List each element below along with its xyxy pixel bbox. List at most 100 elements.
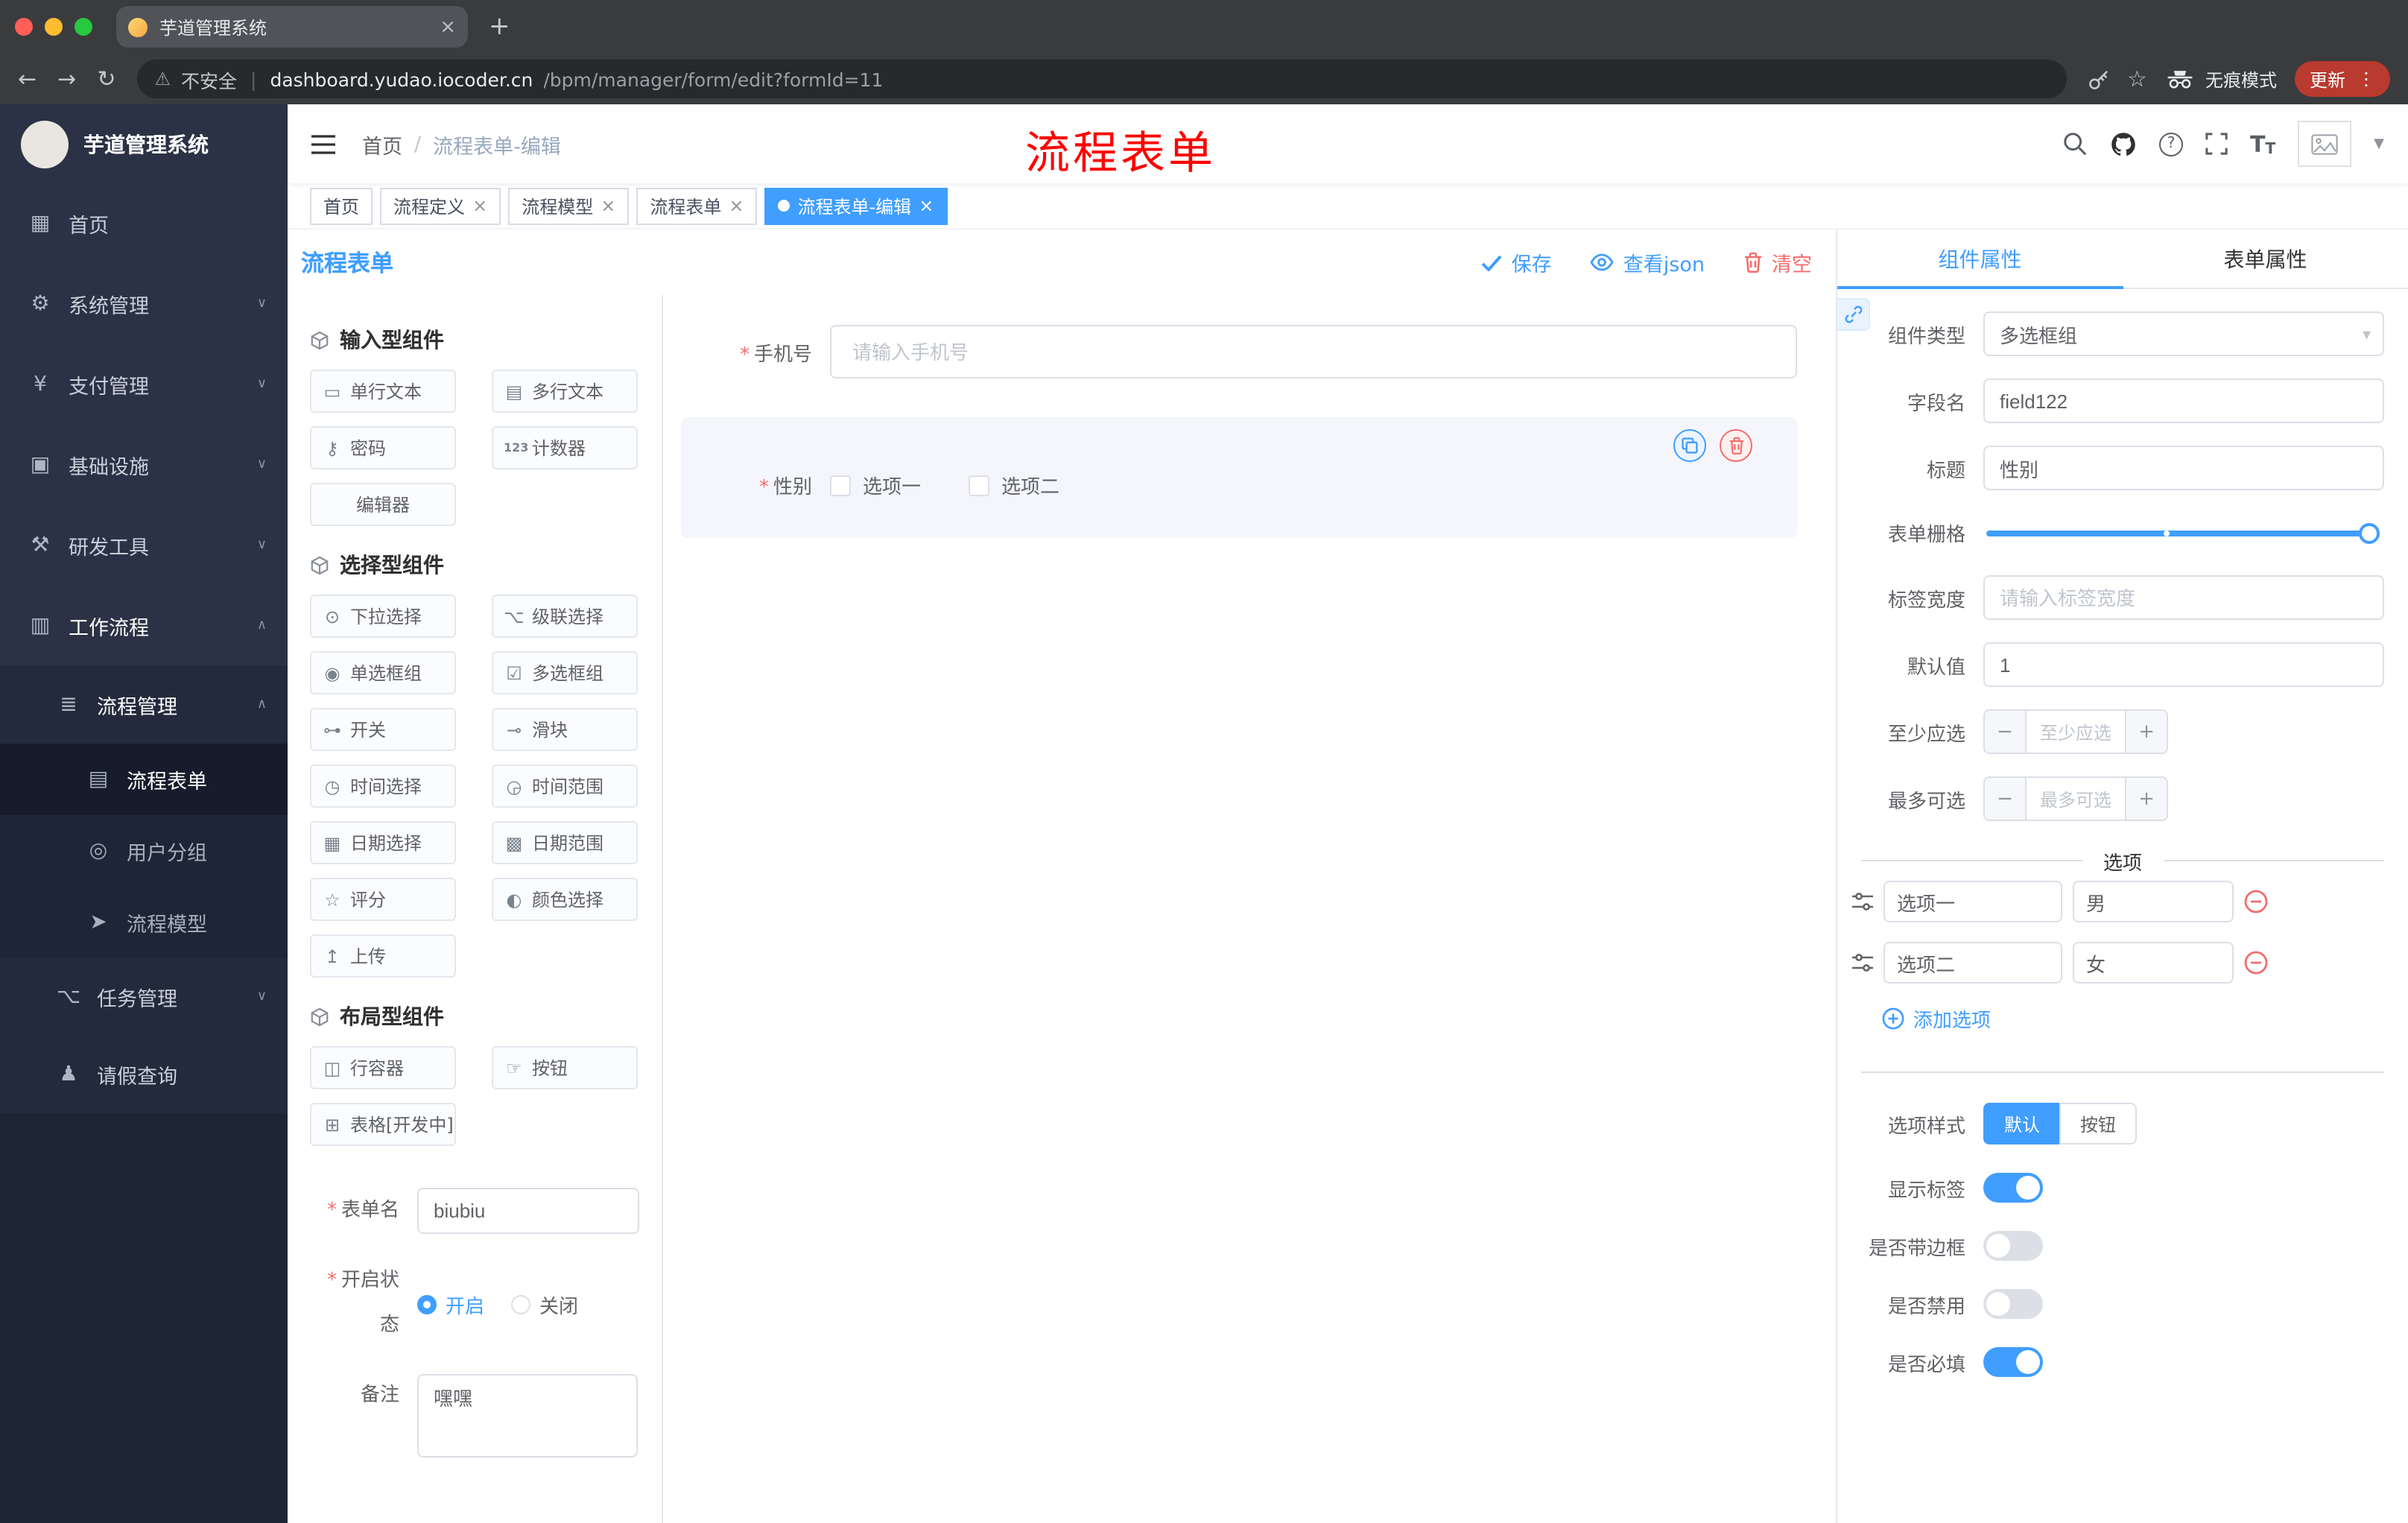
border-toggle[interactable] xyxy=(1983,1231,2043,1261)
style-default-button[interactable]: 默认 xyxy=(1983,1103,2060,1144)
phone-input[interactable] xyxy=(830,325,1797,379)
security-warning-icon[interactable]: ⚠ xyxy=(154,69,171,89)
close-icon[interactable]: × xyxy=(919,195,934,216)
avatar[interactable] xyxy=(2298,121,2352,167)
sidebar-item-infra[interactable]: ▣ 基础设施 ∨ xyxy=(0,425,288,505)
sidebar-item-leave-query[interactable]: ♟ 请假查询 xyxy=(0,1036,288,1113)
remove-option-icon[interactable] xyxy=(2244,951,2268,975)
maximize-window-button[interactable] xyxy=(75,18,92,36)
minus-icon[interactable]: − xyxy=(1985,778,2027,820)
remove-option-icon[interactable] xyxy=(2244,890,2268,914)
palette-item-single-line-text[interactable]: ▭ 单行文本 xyxy=(310,370,456,413)
link-icon[interactable] xyxy=(1837,298,1870,331)
sidebar-item-devtools[interactable]: ⚒ 研发工具 ∨ xyxy=(0,505,288,586)
palette-item-switch[interactable]: ⊶ 开关 xyxy=(310,708,456,751)
save-button[interactable]: 保存 xyxy=(1482,247,1552,277)
palette-item-cascader[interactable]: ⌥ 级联选择 xyxy=(492,595,638,638)
drag-handle-icon[interactable] xyxy=(1852,954,1873,972)
sidebar-item-process-form[interactable]: ▤ 流程表单 xyxy=(0,744,288,815)
palette-item-color-picker[interactable]: ◐ 颜色选择 xyxy=(492,878,638,921)
new-tab-button[interactable]: + xyxy=(489,12,510,42)
tag-home[interactable]: 首页 xyxy=(310,187,373,224)
caret-down-icon[interactable]: ▼ xyxy=(2374,136,2384,151)
close-icon[interactable]: × xyxy=(729,195,744,216)
option-value-input[interactable] xyxy=(2073,942,2234,984)
palette-item-time-picker[interactable]: ◷ 时间选择 xyxy=(310,764,456,808)
option-value-input[interactable] xyxy=(2073,881,2234,922)
palette-item-counter[interactable]: 123 计数器 xyxy=(492,426,638,469)
key-icon[interactable] xyxy=(2087,68,2109,90)
sidebar-item-payment[interactable]: ¥ 支付管理 ∨ xyxy=(0,344,288,425)
label-width-input[interactable] xyxy=(1983,575,2384,620)
sidebar-item-process-management[interactable]: ≣ 流程管理 ∧ xyxy=(0,666,288,744)
tag-process-form[interactable]: 流程表单 × xyxy=(636,187,758,224)
update-button[interactable]: 更新 ⋮ xyxy=(2294,61,2390,97)
tag-process-definition[interactable]: 流程定义 × xyxy=(380,187,501,224)
palette-item-multi-line-text[interactable]: ▤ 多行文本 xyxy=(492,370,638,413)
plus-icon[interactable]: + xyxy=(2125,711,2167,753)
palette-item-row-container[interactable]: ◫ 行容器 xyxy=(310,1046,456,1089)
close-window-button[interactable] xyxy=(15,18,33,36)
minimize-window-button[interactable] xyxy=(45,18,63,36)
sidebar-item-task-management[interactable]: ⌥ 任务管理 ∨ xyxy=(0,958,288,1036)
palette-item-dropdown[interactable]: ⊙ 下拉选择 xyxy=(310,595,456,638)
copy-field-button[interactable] xyxy=(1673,429,1706,462)
tag-process-model[interactable]: 流程模型 × xyxy=(508,187,630,224)
fullscreen-icon[interactable] xyxy=(2205,133,2228,155)
palette-item-editor[interactable]: 编辑器 xyxy=(310,483,456,526)
show-label-toggle[interactable] xyxy=(1983,1173,2043,1203)
github-icon[interactable] xyxy=(2110,130,2137,157)
menu-kebab-icon[interactable]: ⋮ xyxy=(2357,69,2375,89)
search-icon[interactable] xyxy=(2062,131,2088,156)
field-name-input[interactable] xyxy=(1983,379,2384,423)
palette-item-rate[interactable]: ☆ 评分 xyxy=(310,878,456,921)
plus-icon[interactable]: + xyxy=(2125,778,2167,820)
option-label-input[interactable] xyxy=(1883,881,2062,922)
default-value-input[interactable] xyxy=(1983,642,2384,687)
tab-close-icon[interactable]: × xyxy=(440,16,456,38)
tab-form-props[interactable]: 表单属性 xyxy=(2123,229,2408,288)
palette-item-date-picker[interactable]: ▦ 日期选择 xyxy=(310,821,456,864)
tab-component-props[interactable]: 组件属性 xyxy=(1837,229,2123,289)
browser-tab[interactable]: 芋道管理系统 × xyxy=(116,6,468,48)
slider-knob[interactable] xyxy=(2359,522,2380,543)
breadcrumb-home[interactable]: 首页 xyxy=(362,129,402,159)
grid-slider[interactable] xyxy=(1986,522,2380,543)
palette-item-upload[interactable]: ↥ 上传 xyxy=(310,934,456,978)
sidebar-item-workflow[interactable]: ▥ 工作流程 ∧ xyxy=(0,586,288,666)
radio-open[interactable]: 开启 xyxy=(417,1290,484,1318)
back-icon[interactable]: ← xyxy=(18,67,37,90)
minus-icon[interactable]: − xyxy=(1985,711,2027,753)
style-button-button[interactable]: 按钮 xyxy=(2059,1103,2138,1144)
option-label-input[interactable] xyxy=(1883,942,2062,984)
radio-closed[interactable]: 关闭 xyxy=(511,1290,578,1318)
collapse-sidebar-icon[interactable] xyxy=(311,133,335,154)
disabled-toggle[interactable] xyxy=(1983,1289,2043,1319)
canvas-field-gender-selected[interactable]: * 性别 选项一 选项二 xyxy=(681,417,1797,538)
checkbox-option-2[interactable]: 选项二 xyxy=(969,471,1059,499)
delete-field-button[interactable] xyxy=(1720,429,1752,462)
sidebar-logo[interactable]: 芋道管理系统 xyxy=(0,104,288,183)
sidebar-item-home[interactable]: ▦ 首页 xyxy=(0,183,288,264)
palette-item-time-range[interactable]: ◶ 时间范围 xyxy=(492,764,638,808)
add-option-button[interactable]: 添加选项 xyxy=(1882,1004,2408,1033)
checkbox-option-1[interactable]: 选项一 xyxy=(830,471,921,499)
palette-item-date-range[interactable]: ▩ 日期范围 xyxy=(492,821,638,864)
remark-textarea[interactable]: 嘿嘿 xyxy=(417,1374,638,1457)
sidebar-item-user-group[interactable]: ◎ 用户分组 xyxy=(0,815,288,887)
min-select-placeholder[interactable]: 至少应选 xyxy=(2027,711,2125,753)
sidebar-item-system[interactable]: ⚙ 系统管理 ∨ xyxy=(0,264,288,344)
close-icon[interactable]: × xyxy=(601,195,615,216)
help-icon[interactable]: ? xyxy=(2159,132,2184,156)
drag-handle-icon[interactable] xyxy=(1852,893,1873,911)
forward-icon[interactable]: → xyxy=(57,67,76,90)
sidebar-item-process-model[interactable]: ➤ 流程模型 xyxy=(0,887,288,958)
required-toggle[interactable] xyxy=(1983,1347,2043,1377)
tag-process-form-edit[interactable]: 流程表单-编辑 × xyxy=(764,187,948,224)
palette-item-radio-group[interactable]: ◉ 单选框组 xyxy=(310,651,456,694)
palette-item-slider[interactable]: ⊸ 滑块 xyxy=(492,708,638,751)
view-json-button[interactable]: 查看json xyxy=(1591,247,1705,277)
close-icon[interactable]: × xyxy=(472,195,487,216)
form-canvas[interactable]: * 手机号 请输入手机号 * 性别 选项一 选项二 xyxy=(663,295,1836,1523)
bookmark-star-icon[interactable]: ☆ xyxy=(2127,66,2147,92)
